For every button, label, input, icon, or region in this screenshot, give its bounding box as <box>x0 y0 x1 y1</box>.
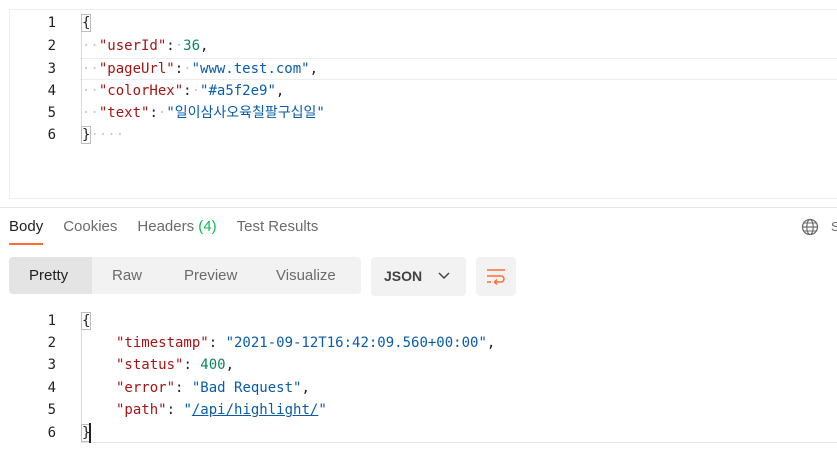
text-cursor <box>89 423 91 443</box>
json-value: 36 <box>183 38 201 54</box>
code-line: "path": "/api/highlight/" <box>116 402 327 418</box>
json-value: "일이삼사오육칠팔구십일" <box>166 105 325 121</box>
whitespace-marker: ·· <box>82 105 99 121</box>
response-tabs: Body Cookies Headers (4) Test Results <box>9 216 338 248</box>
code-line: ··"pageUrl":·"www.test.com", <box>82 58 318 80</box>
path-link[interactable]: /api/highlight/ <box>192 402 318 418</box>
json-value: "www.test.com" <box>191 61 310 77</box>
quote: " <box>183 402 192 418</box>
json-key: "userId" <box>98 38 167 54</box>
response-divider <box>80 442 837 443</box>
headers-count-badge: (4) <box>198 218 217 235</box>
pretty-button[interactable]: Pretty <box>9 257 92 294</box>
tab-cookies[interactable]: Cookies <box>63 216 117 248</box>
fold-guide <box>81 331 82 432</box>
code-line: "timestamp": "2021-09-12T16:42:09.560+00… <box>116 335 496 351</box>
json-key: "text" <box>98 105 150 121</box>
language-label: JSON <box>384 268 423 284</box>
tab-label: Headers <box>137 218 195 235</box>
tab-label: Body <box>9 218 44 235</box>
line-number: 2 <box>47 38 56 54</box>
json-value: "Bad Request" <box>191 380 302 396</box>
line-number: 3 <box>47 357 56 373</box>
wrap-lines-icon <box>487 269 505 285</box>
whitespace-marker: · <box>183 61 192 77</box>
line-number: 6 <box>47 425 56 441</box>
json-key: "pageUrl" <box>98 61 175 77</box>
code-line: }···· <box>80 124 125 146</box>
code-line: ··"userId":·36, <box>82 35 208 57</box>
json-key: "timestamp" <box>116 335 209 351</box>
wrap-lines-button[interactable] <box>476 257 516 296</box>
json-value: 400 <box>200 357 226 373</box>
whitespace-marker: ···· <box>90 127 125 143</box>
code-line: ··"text":·"일이삼사오육칠팔구십일" <box>82 102 325 124</box>
comma: , <box>200 38 209 54</box>
chevron-down-icon <box>438 272 450 280</box>
json-value: "#a5f2e9" <box>200 83 276 99</box>
json-key: "path" <box>116 402 167 418</box>
quote: " <box>318 402 327 418</box>
code-line: "status": 400, <box>116 357 235 373</box>
whitespace-marker: · <box>174 38 184 54</box>
comma: , <box>275 83 285 99</box>
whitespace-marker: ·· <box>82 61 99 77</box>
whitespace-marker: ·· <box>82 83 99 99</box>
line-number: 4 <box>47 83 56 99</box>
code-line: "error": "Bad Request", <box>116 380 310 396</box>
tab-headers[interactable]: Headers (4) <box>137 216 216 248</box>
line-number: 5 <box>47 105 56 121</box>
colon: : <box>149 105 158 121</box>
json-key: "error" <box>116 380 176 396</box>
open-brace: { <box>80 14 92 32</box>
comma: , <box>301 380 310 396</box>
line-number: 1 <box>47 15 56 31</box>
comma: , <box>225 357 235 373</box>
tab-label: Test Results <box>236 218 319 235</box>
line-number: 3 <box>47 61 56 77</box>
pane-divider[interactable] <box>0 207 837 208</box>
line-number: 4 <box>47 380 56 396</box>
comma: , <box>309 61 319 77</box>
whitespace-marker: ·· <box>82 38 99 54</box>
truncated-status-text: S <box>831 219 837 234</box>
json-key: "status" <box>116 357 184 373</box>
open-brace: { <box>80 312 92 330</box>
code-line: { <box>80 310 92 332</box>
visualize-button[interactable]: Visualize <box>256 257 361 294</box>
colon: : <box>183 83 192 99</box>
preview-button[interactable]: Preview <box>164 257 256 294</box>
json-key: "colorHex" <box>98 83 184 99</box>
code-line: { <box>80 12 92 34</box>
comma: , <box>486 335 496 351</box>
line-number: 6 <box>47 127 56 143</box>
code-line: ··"colorHex":·"#a5f2e9", <box>82 80 284 102</box>
tab-label: Cookies <box>63 218 118 235</box>
view-mode-segmented-control: Pretty Raw Preview Visualize <box>9 257 361 294</box>
colon: : <box>166 38 175 54</box>
line-number: 5 <box>47 402 56 418</box>
tab-body[interactable]: Body <box>9 216 44 248</box>
whitespace-marker: · <box>191 83 201 99</box>
globe-icon[interactable] <box>801 218 819 236</box>
raw-button[interactable]: Raw <box>92 257 164 294</box>
line-number: 1 <box>47 313 56 329</box>
line-number: 2 <box>47 335 56 351</box>
language-dropdown[interactable]: JSON <box>371 257 466 296</box>
tab-test-results[interactable]: Test Results <box>237 216 319 248</box>
json-value: "2021-09-12T16:42:09.560+00:00" <box>225 335 487 351</box>
colon: : <box>174 61 184 77</box>
